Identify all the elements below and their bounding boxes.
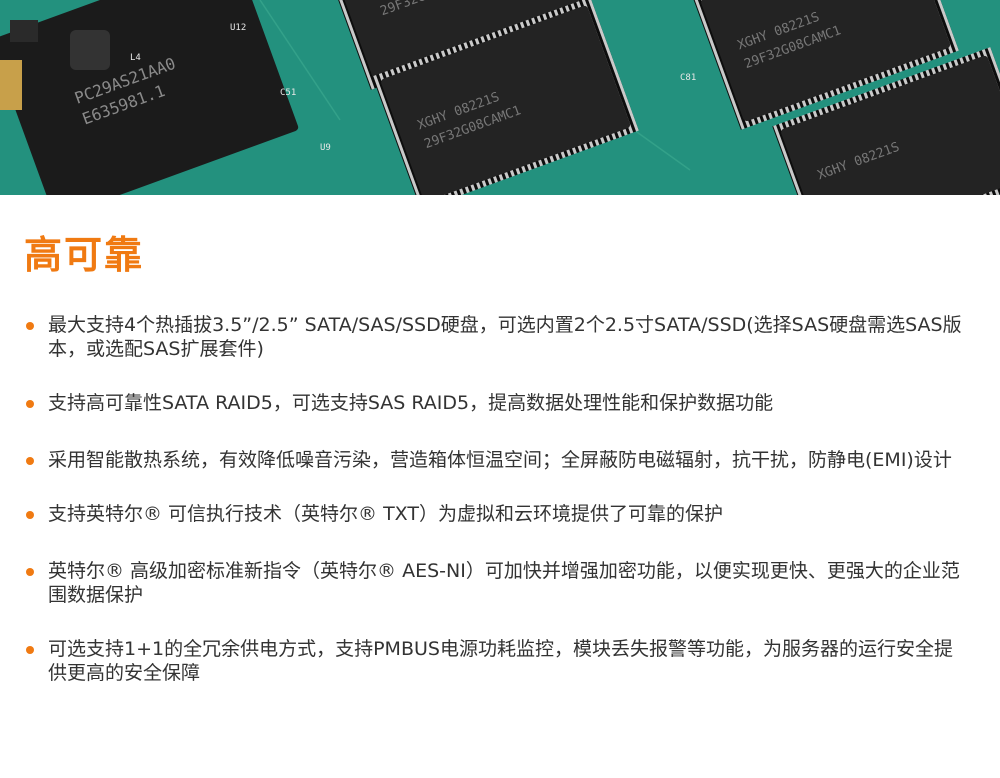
feature-item: 支持英特尔® 可信执行技术（英特尔® TXT）为虚拟和云环境提供了可靠的保护 <box>24 502 963 526</box>
bullet-icon <box>26 399 34 408</box>
svg-text:C51: C51 <box>280 88 296 98</box>
bullet-icon <box>26 456 34 465</box>
feature-item: 最大支持4个热插拔3.5”/2.5” SATA/SAS/SSD硬盘，可选内置2个… <box>24 313 963 361</box>
bullet-icon <box>26 510 34 519</box>
svg-text:U12: U12 <box>230 23 246 33</box>
circuit-board-photo: PC29AS21AA0 E635981.1 29F32G08CAMC1 XGHY… <box>0 0 1000 195</box>
section-title: 高可靠 <box>24 233 145 277</box>
feature-item: 支持高可靠性SATA RAID5，可选支持SAS RAID5，提高数据处理性能和… <box>24 391 963 415</box>
feature-text: 最大支持4个热插拔3.5”/2.5” SATA/SAS/SSD硬盘，可选内置2个… <box>48 313 962 360</box>
feature-item: 英特尔® 高级加密标准新指令（英特尔® AES-NI）可加快并增强加密功能，以便… <box>24 559 963 607</box>
feature-text: 可选支持1+1的全冗余供电方式，支持PMBUS电源功耗监控，模块丢失报警等功能，… <box>48 637 953 684</box>
hero-image: PC29AS21AA0 E635981.1 29F32G08CAMC1 XGHY… <box>0 0 1000 195</box>
feature-text: 采用智能散热系统，有效降低噪音污染，营造箱体恒温空间；全屏蔽防电磁辐射，抗干扰，… <box>48 448 952 471</box>
svg-text:C81: C81 <box>680 73 696 83</box>
svg-text:U9: U9 <box>320 143 331 153</box>
svg-text:L4: L4 <box>130 53 141 63</box>
feature-item: 采用智能散热系统，有效降低噪音污染，营造箱体恒温空间；全屏蔽防电磁辐射，抗干扰，… <box>24 448 963 472</box>
bullet-icon <box>26 321 34 330</box>
feature-item: 可选支持1+1的全冗余供电方式，支持PMBUS电源功耗监控，模块丢失报警等功能，… <box>24 637 963 685</box>
feature-text: 英特尔® 高级加密标准新指令（英特尔® AES-NI）可加快并增强加密功能，以便… <box>48 559 960 606</box>
feature-text: 支持高可靠性SATA RAID5，可选支持SAS RAID5，提高数据处理性能和… <box>48 391 774 414</box>
feature-list: 最大支持4个热插拔3.5”/2.5” SATA/SAS/SSD硬盘，可选内置2个… <box>24 313 1000 685</box>
reliability-section: 高可靠 最大支持4个热插拔3.5”/2.5” SATA/SAS/SSD硬盘，可选… <box>0 195 1000 685</box>
bullet-icon <box>26 645 34 654</box>
feature-text: 支持英特尔® 可信执行技术（英特尔® TXT）为虚拟和云环境提供了可靠的保护 <box>48 502 723 525</box>
bullet-icon <box>26 567 34 576</box>
